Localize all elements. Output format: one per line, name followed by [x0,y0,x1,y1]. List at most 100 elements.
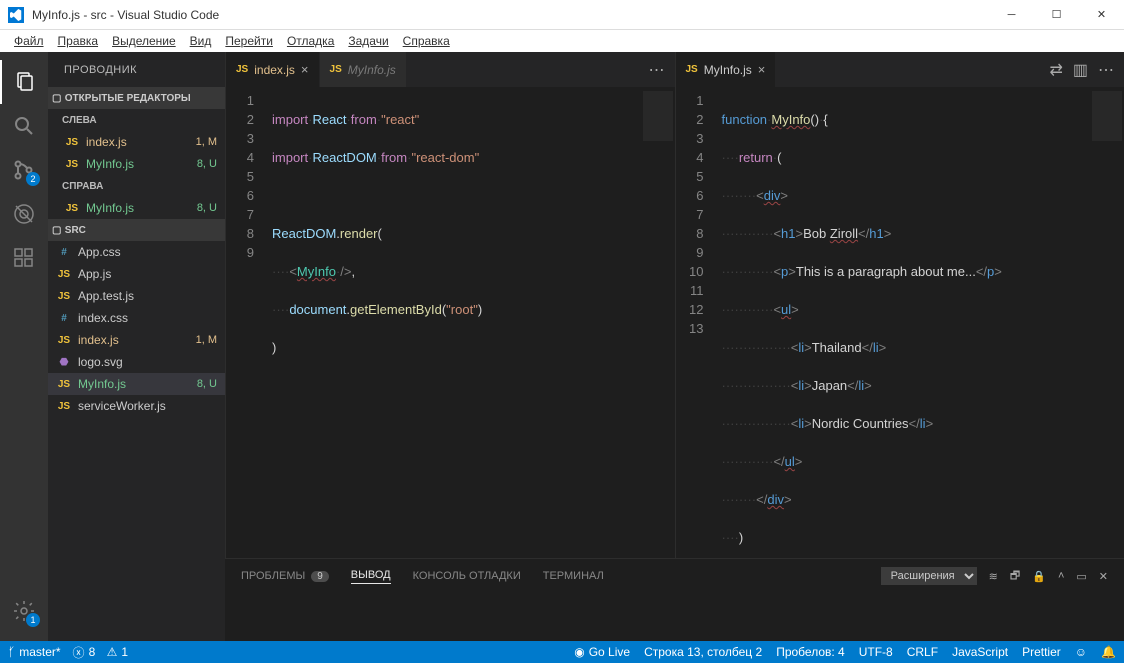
close-icon[interactable]: × [758,62,766,77]
more-icon[interactable]: ⋯ [1098,60,1114,80]
vscode-icon [8,7,24,23]
file-row[interactable]: JSMyInfo.js8, U [48,197,225,219]
lock-scroll-icon[interactable]: 🔒 [1032,570,1046,583]
extensions-icon[interactable] [0,236,48,280]
more-icon[interactable]: ⋯ [649,60,665,80]
feedback-icon[interactable]: ☺ [1075,645,1087,659]
file-status: 8, U [197,202,217,214]
git-branch[interactable]: ᚶmaster* [8,645,61,659]
debug-icon[interactable] [0,192,48,236]
encoding[interactable]: UTF-8 [859,645,893,659]
file-name: index.js [78,333,196,347]
open-editors-header[interactable]: ▢ ОТКРЫТЫЕ РЕДАКТОРЫ [48,87,225,109]
open-log-icon[interactable]: 🗗 [1010,567,1020,586]
editor-group-left: JS index.js × JS MyInfo.js ⋯ 1 2 3 4 5 6… [225,52,675,558]
panel-tab-debug-console[interactable]: КОНСОЛЬ ОТЛАДКИ [413,570,521,582]
panel-tab-output[interactable]: ВЫВОД [351,569,391,584]
sidebar: ПРОВОДНИК ▢ ОТКРЫТЫЕ РЕДАКТОРЫ СЛЕВА JSi… [48,52,225,641]
prettier[interactable]: Prettier [1022,645,1061,659]
cursor-position[interactable]: Строка 13, столбец 2 [644,645,762,659]
minimap[interactable] [641,87,675,558]
minimap[interactable] [1090,87,1124,558]
file-row[interactable]: JS serviceWorker.js [48,395,225,417]
eol[interactable]: CRLF [907,645,938,659]
settings-icon[interactable]: 1 [0,589,48,633]
activitybar: 2 1 [0,52,48,641]
close-panel-icon[interactable]: ✕ [1099,570,1108,583]
settings-badge: 1 [26,613,40,627]
close-button[interactable]: ✕ [1079,0,1124,30]
file-name: serviceWorker.js [78,399,217,413]
panel-tab-problems[interactable]: ПРОБЛЕМЫ9 [241,570,329,582]
language-mode[interactable]: JavaScript [952,645,1008,659]
go-live[interactable]: ◉Go Live [574,645,630,659]
file-name: logo.svg [78,355,217,369]
group-left-header[interactable]: СЛЕВА [48,109,225,131]
line-gutter: 1 2 3 4 5 6 7 8 9 [226,87,266,558]
maximize-button[interactable]: ☐ [1034,0,1079,30]
editor-area: JS index.js × JS MyInfo.js ⋯ 1 2 3 4 5 6… [225,52,1124,558]
maximize-panel-icon[interactable]: ˄ [1058,570,1064,582]
file-row[interactable]: JSApp.test.js [48,285,225,307]
file-icon: JS [56,401,72,412]
src-folder-header[interactable]: ▢ SRC [48,219,225,241]
errors-warnings[interactable]: ⓧ8 ⚠1 [73,644,129,661]
group-right-header[interactable]: СПРАВА [48,175,225,197]
scm-icon[interactable]: 2 [0,148,48,192]
menu-help[interactable]: Справка [397,32,456,50]
statusbar: ᚶmaster* ⓧ8 ⚠1 ◉Go Live Строка 13, столб… [0,641,1124,663]
code-content[interactable]: import·React·from·"react" import·ReactDO… [266,87,641,558]
error-icon: ⓧ [73,644,85,661]
toggle-panel-icon[interactable]: ▭ [1076,570,1086,583]
diff-icon[interactable]: ⇄ [1049,60,1062,80]
file-row[interactable]: # index.css [48,307,225,329]
file-name: MyInfo.js [86,157,197,171]
file-name: App.js [78,267,217,281]
code-editor-right[interactable]: 1 2 3 4 5 6 7 8 9 10 11 12 13 function·M… [676,87,1124,558]
file-row[interactable]: JSindex.js1, M [48,131,225,153]
file-row[interactable]: ⬣logo.svg [48,351,225,373]
indent[interactable]: Пробелов: 4 [776,645,845,659]
file-row[interactable]: JSMyInfo.js8, U [48,373,225,395]
file-icon: # [56,313,72,324]
tab-myinfo-js-right[interactable]: JS MyInfo.js × [676,52,777,87]
tab-index-js[interactable]: JS index.js × [226,52,320,87]
file-icon: # [56,247,72,258]
file-row[interactable]: JS App.js [48,263,225,285]
file-name: MyInfo.js [78,377,197,391]
notifications-icon[interactable]: 🔔 [1101,645,1116,659]
js-icon: JS [686,64,698,75]
file-row[interactable]: JSMyInfo.js8, U [48,153,225,175]
branch-icon: ᚶ [8,645,15,659]
minimize-button[interactable]: ─ [989,0,1034,30]
tab-myinfo-js-left[interactable]: JS MyInfo.js [320,52,407,87]
menu-debug[interactable]: Отладка [281,32,340,50]
close-icon[interactable]: × [301,62,309,77]
split-icon[interactable]: ▥ [1073,60,1088,80]
js-icon: JS [330,64,342,75]
file-name: index.js [86,135,196,149]
panel-tab-terminal[interactable]: ТЕРМИНАЛ [543,570,604,582]
explorer-icon[interactable] [0,60,48,104]
menu-view[interactable]: Вид [184,32,218,50]
code-content[interactable]: function·MyInfo()·{ ····return·( ·······… [716,87,1091,558]
broadcast-icon: ◉ [574,645,584,659]
file-name: index.css [78,311,217,325]
file-row[interactable]: #App.css [48,241,225,263]
menu-tasks[interactable]: Задачи [342,32,394,50]
workbench: 2 1 ПРОВОДНИК ▢ ОТКРЫТЫЕ РЕДАКТОРЫ СЛЕВА… [0,52,1124,641]
file-row[interactable]: JSindex.js1, M [48,329,225,351]
file-icon: JS [64,203,80,214]
js-icon: JS [236,64,248,75]
menu-edit[interactable]: Правка [52,32,105,50]
clear-output-icon[interactable]: ≋ [989,570,998,583]
code-editor-left[interactable]: 1 2 3 4 5 6 7 8 9 import·React·from·"rea… [226,87,675,558]
menu-go[interactable]: Перейти [219,32,279,50]
menu-selection[interactable]: Выделение [106,32,182,50]
file-icon: JS [64,159,80,170]
file-name: App.test.js [78,289,217,303]
output-channel-select[interactable]: Расширения [881,567,977,585]
menu-file[interactable]: Файл [8,32,50,50]
file-icon: JS [56,269,72,280]
search-icon[interactable] [0,104,48,148]
